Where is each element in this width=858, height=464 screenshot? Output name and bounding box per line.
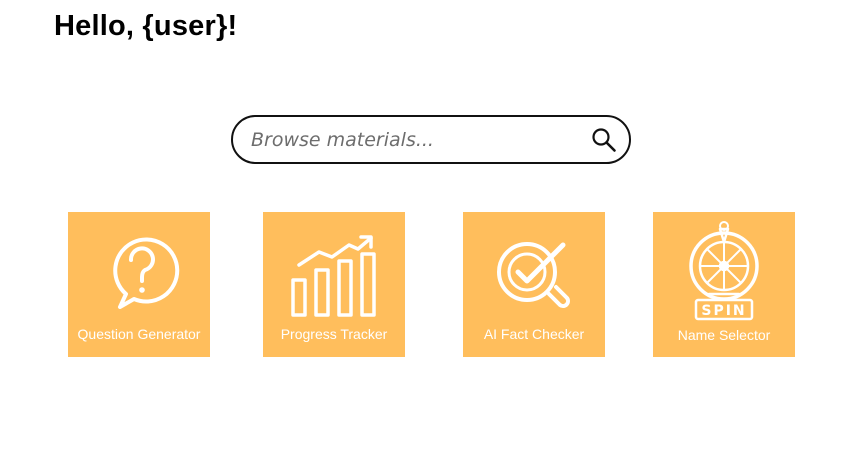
- tile-question-generator[interactable]: Question Generator: [68, 212, 210, 357]
- magnifier-check-icon: [497, 242, 570, 308]
- tile-label: Progress Tracker: [280, 326, 388, 342]
- tile-label: Question Generator: [77, 326, 201, 342]
- search-bar: [231, 115, 631, 164]
- question-bubble-icon: [113, 237, 180, 309]
- spin-wheel-icon: SPIN: [689, 221, 759, 321]
- bar-chart-trend-icon: [291, 235, 376, 317]
- search-icon[interactable]: [591, 127, 617, 153]
- page-greeting: Hello, {user}!: [54, 10, 238, 42]
- svg-text:SPIN: SPIN: [701, 303, 746, 319]
- tile-progress-tracker[interactable]: Progress Tracker: [263, 212, 405, 357]
- search-input[interactable]: [251, 117, 571, 162]
- tile-label: Name Selector: [677, 327, 771, 343]
- tile-ai-fact-checker[interactable]: AI Fact Checker: [463, 212, 605, 357]
- tile-name-selector[interactable]: SPIN Name Selector: [653, 212, 795, 357]
- tile-label: AI Fact Checker: [483, 326, 585, 342]
